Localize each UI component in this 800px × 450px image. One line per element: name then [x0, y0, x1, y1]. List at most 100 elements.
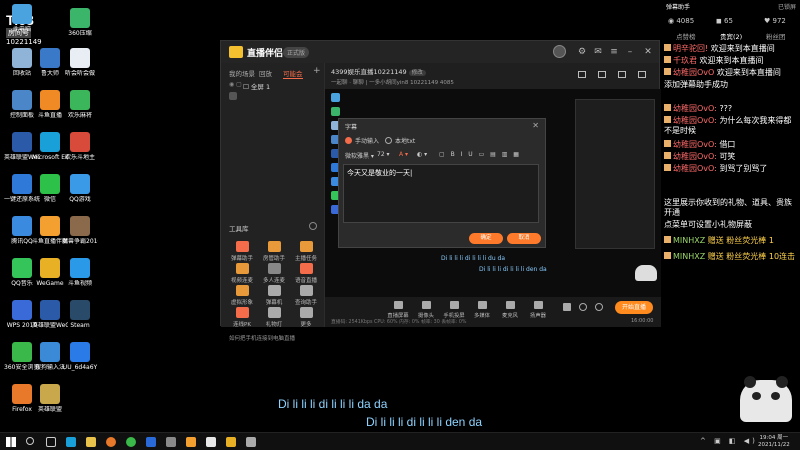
top-icon-settings[interactable]	[611, 71, 633, 78]
tool-label: 查询助手	[294, 300, 317, 306]
danmaku-username[interactable]: 幼稚园OvO:	[673, 164, 719, 173]
danmaku-username[interactable]: 幼稚园OvO:	[673, 116, 719, 125]
tool-item[interactable]: 连线PK	[227, 307, 257, 328]
radio-manual-input[interactable]: 手动输入	[345, 136, 379, 145]
danmaku-username[interactable]: 千玖君	[673, 56, 700, 65]
360-taskbar-icon[interactable]	[126, 437, 136, 447]
camera-toggle-icon[interactable]	[579, 303, 587, 311]
danmaku-username[interactable]: MINHXZ	[673, 252, 708, 261]
bg-color-icon[interactable]: ◐ ▾	[417, 151, 427, 158]
search-icon[interactable]	[26, 437, 34, 445]
font-family-select[interactable]: 微软雅黑 ▾	[345, 151, 374, 160]
cancel-button[interactable]: 取消	[507, 233, 541, 244]
game-taskbar-icon[interactable]	[166, 437, 176, 447]
minimize-icon[interactable]: –	[625, 47, 635, 57]
danmaku-username[interactable]: 明辛驼回!	[673, 44, 711, 53]
desktop-icon[interactable]: 欢乐斗地主	[62, 132, 98, 161]
start-icon[interactable]	[6, 437, 16, 447]
settings-icon[interactable]: ⚙	[577, 47, 587, 57]
tab-replay[interactable]: 回放	[259, 68, 272, 78]
desktop-icon[interactable]: QQ游戏	[62, 174, 98, 203]
tab-likes[interactable]: 点赞榜	[676, 31, 696, 41]
font-color-icon[interactable]: A ▾	[399, 151, 408, 158]
room-edit-tag[interactable]: 修改	[408, 70, 426, 76]
format-toolbar[interactable]: ▢ B I U ▭ ▤ ▥ ▦	[439, 151, 521, 158]
top-icon-more[interactable]	[631, 71, 653, 78]
desktop-icon[interactable]: 魔兽争霸2010单机版	[62, 216, 98, 245]
clock[interactable]: 19:04 周一 2021/11/22	[758, 435, 790, 449]
desktop-app-icon	[70, 216, 90, 236]
tool-item[interactable]: 礼物灯	[259, 307, 289, 328]
close-icon[interactable]: ✕	[643, 47, 653, 57]
bottom-bar-item[interactable]: 摄像头	[413, 301, 439, 319]
danmaku-username[interactable]: 幼稚园OvO:	[673, 140, 719, 149]
tab-fan-group[interactable]: 粉丝团	[766, 31, 786, 41]
confirm-button[interactable]: 确定	[469, 233, 503, 244]
user-avatar[interactable]	[553, 45, 566, 58]
danmaku-username[interactable]: 幼稚园OvO	[673, 68, 717, 77]
tool-item[interactable]: 多人连麦	[259, 263, 289, 284]
lock-status[interactable]: 已锁屏	[778, 2, 796, 11]
phone-connect-tip[interactable]: 如何把手机连接到电脑直播	[229, 334, 295, 342]
bottom-bar-item[interactable]: 直播屏幕	[385, 301, 411, 319]
tool-item[interactable]: 弹幕机	[259, 285, 289, 306]
volume-icon[interactable]	[563, 303, 571, 311]
tool-item[interactable]: 查询助手	[291, 285, 321, 306]
danmaku-username[interactable]: 幼稚园OvO:	[673, 152, 719, 161]
firefox-taskbar-icon[interactable]	[106, 437, 116, 447]
desktop-app-icon	[12, 258, 32, 278]
dialog-close-icon[interactable]: ✕	[532, 121, 539, 130]
live-assistant-taskbar-icon[interactable]	[186, 437, 196, 447]
tool-item[interactable]: 更多	[291, 307, 321, 328]
music-taskbar-icon[interactable]	[246, 437, 256, 447]
bottom-bar-item[interactable]: 手机投屏	[441, 301, 467, 319]
caption-dialog: 字幕 ✕ 手动输入 本地txt 微软雅黑 ▾ 72 ▾ A ▾ ◐ ▾ ▢ B …	[338, 118, 546, 248]
desktop-app-icon	[12, 90, 32, 110]
app-taskbar-icon[interactable]	[206, 437, 216, 447]
desktop-icon[interactable]: 360压缩	[62, 8, 98, 37]
tab-my-scenes[interactable]: 我的场景	[229, 68, 255, 78]
desktop-icon[interactable]: 斗鱼视频	[62, 258, 98, 287]
tool-item[interactable]: 房管助手	[259, 241, 289, 262]
edge-taskbar-icon[interactable]	[66, 437, 76, 447]
desktop-app-icon	[12, 174, 32, 194]
tool-item[interactable]: 语音直播	[291, 263, 321, 284]
danmaku-username[interactable]: 幼稚园OvO:	[673, 104, 719, 113]
caption-text-input[interactable]: 今天又是敬业的一天|	[343, 164, 539, 223]
top-icon-background[interactable]	[571, 71, 593, 78]
record-settings-icon[interactable]	[595, 303, 603, 311]
tab-active[interactable]: 可能会	[283, 68, 303, 79]
tab-vip[interactable]: 贵宾(2)	[720, 31, 742, 41]
desktop-icon-label: UU_6d4a6Y	[62, 364, 98, 371]
menu-icon[interactable]: ≡	[609, 47, 619, 57]
scene-visibility-icon[interactable]	[229, 92, 237, 100]
message-icon[interactable]: ✉	[593, 47, 603, 57]
scene-item[interactable]: ☐ 全屏 1	[243, 81, 270, 91]
explorer-taskbar-icon[interactable]	[86, 437, 96, 447]
store-taskbar-icon[interactable]	[146, 437, 156, 447]
desktop-icon[interactable]: 英雄联盟	[32, 384, 68, 413]
font-size-select[interactable]: 72 ▾	[377, 151, 390, 158]
tools-collapse-icon[interactable]	[309, 222, 317, 230]
desktop-icon[interactable]: UU_6d4a6Y	[62, 342, 98, 371]
wegame-taskbar-icon[interactable]	[226, 437, 236, 447]
radio-local-txt[interactable]: 本地txt	[385, 136, 415, 145]
top-icon-room[interactable]	[591, 71, 613, 78]
tray-icons[interactable]: ^ ▣ ◧ ◀)	[700, 437, 758, 445]
start-live-button[interactable]: 开始直播	[615, 301, 653, 314]
danmaku-username[interactable]: MINHXZ	[673, 236, 708, 245]
desktop-icon[interactable]: 欢乐麻将	[62, 90, 98, 119]
bottom-bar-item[interactable]: 扬声器	[525, 301, 551, 319]
tool-item[interactable]: 视频连麦	[227, 263, 257, 284]
tool-item[interactable]: 主播任务	[291, 241, 321, 262]
add-scene-icon[interactable]: +	[313, 66, 321, 76]
task-view-icon[interactable]	[46, 437, 56, 447]
tool-item[interactable]: 虚拟形象	[227, 285, 257, 306]
desktop-icon[interactable]: 听会听会做	[62, 48, 98, 77]
desktop-icon[interactable]: 此电脑	[4, 4, 40, 33]
tool-item[interactable]: 弹幕助手	[227, 241, 257, 262]
bottom-bar-item[interactable]: 多媒体	[469, 301, 495, 319]
desktop-app-icon	[40, 258, 60, 278]
desktop-icon[interactable]: Steam	[62, 300, 98, 329]
bottom-bar-item[interactable]: 麦克风	[497, 301, 523, 319]
